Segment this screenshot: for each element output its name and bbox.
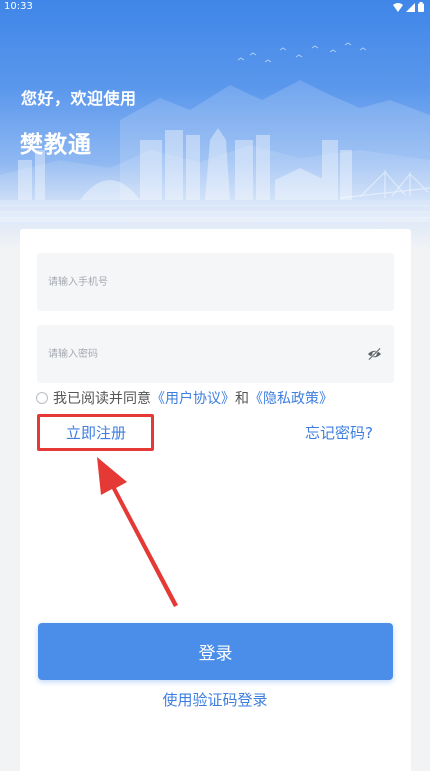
header-banner: 10:33 您好，欢迎使用 樊教通	[0, 0, 430, 250]
password-field[interactable]	[37, 325, 394, 383]
privacy-policy-link[interactable]: 《隐私政策》	[249, 388, 333, 408]
sms-login-link[interactable]: 使用验证码登录	[0, 689, 430, 710]
user-agreement-link[interactable]: 《用户协议》	[151, 388, 235, 408]
status-icons	[393, 2, 424, 12]
app-title: 樊教通	[20, 132, 92, 158]
password-input[interactable]	[48, 325, 348, 383]
phone-input[interactable]	[48, 253, 348, 311]
greeting-text: 您好，欢迎使用	[21, 89, 137, 108]
eye-off-icon[interactable]	[367, 347, 382, 361]
agree-radio[interactable]	[36, 392, 48, 404]
status-time: 10:33	[4, 1, 33, 12]
agreement-row: 我已阅读并同意 《用户协议》 和 《隐私政策》	[36, 388, 333, 408]
login-button[interactable]: 登录	[38, 623, 393, 680]
battery-icon	[418, 2, 424, 12]
signal-icon	[406, 2, 415, 12]
phone-field[interactable]	[37, 253, 394, 311]
and-text: 和	[235, 391, 249, 407]
wifi-icon	[393, 2, 403, 12]
register-link[interactable]: 立即注册	[66, 422, 126, 443]
forgot-password-link[interactable]: 忘记密码?	[305, 422, 373, 443]
agree-text: 我已阅读并同意	[53, 391, 151, 407]
status-bar: 10:33	[0, 0, 430, 14]
